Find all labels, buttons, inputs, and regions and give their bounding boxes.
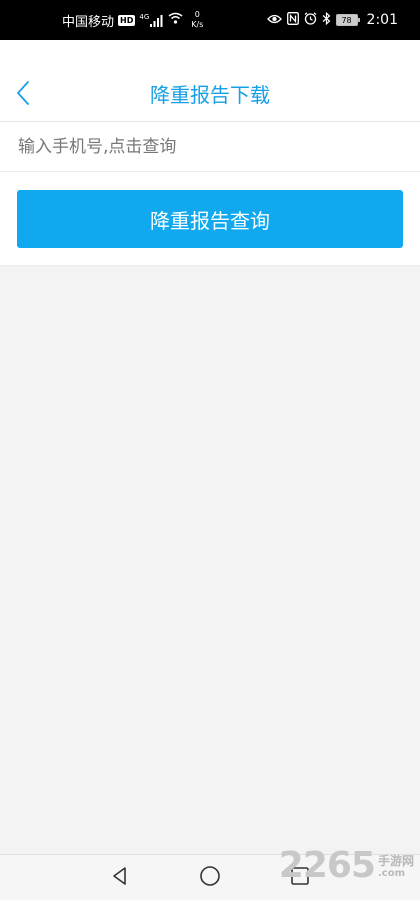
status-left-group: 中国移动 HD 4G 0 K/s bbox=[62, 0, 203, 40]
square-recents-icon bbox=[290, 866, 310, 890]
clock: 2:01 bbox=[366, 12, 398, 28]
report-query-button[interactable]: 降重报告查询 bbox=[17, 190, 403, 248]
system-back-button[interactable] bbox=[107, 865, 133, 891]
network-speed: 0 K/s bbox=[191, 10, 203, 30]
nfc-icon bbox=[286, 11, 299, 29]
page-title: 降重报告下载 bbox=[150, 83, 270, 107]
bluetooth-icon bbox=[322, 11, 331, 29]
phone-search-row bbox=[0, 122, 420, 172]
battery-icon: 78 bbox=[335, 14, 360, 26]
triangle-back-icon bbox=[110, 866, 130, 890]
eye-icon bbox=[266, 13, 282, 28]
speed-unit: K/s bbox=[191, 20, 204, 29]
system-navigation-bar bbox=[0, 854, 420, 900]
phone-number-input[interactable] bbox=[18, 122, 408, 172]
wifi-icon bbox=[168, 12, 183, 28]
system-home-button[interactable] bbox=[197, 865, 223, 891]
hd-badge: HD bbox=[118, 14, 136, 26]
speed-value: 0 bbox=[194, 10, 200, 19]
carrier-name: 中国移动 bbox=[62, 14, 115, 30]
status-right-group: 78 2:01 bbox=[266, 0, 398, 40]
button-area: 降重报告查询 bbox=[0, 172, 420, 266]
results-area bbox=[0, 266, 420, 854]
system-recents-button[interactable] bbox=[287, 865, 313, 891]
app-header: 降重报告下载 bbox=[0, 40, 420, 122]
signal-icon: 4G bbox=[139, 13, 164, 27]
circle-home-icon bbox=[199, 865, 221, 891]
alarm-icon bbox=[304, 11, 317, 29]
battery-level: 78 bbox=[341, 15, 352, 25]
status-bar: 中国移动 HD 4G 0 K/s 78 2:01 bbox=[0, 0, 420, 40]
network-type: 4G bbox=[139, 13, 150, 21]
